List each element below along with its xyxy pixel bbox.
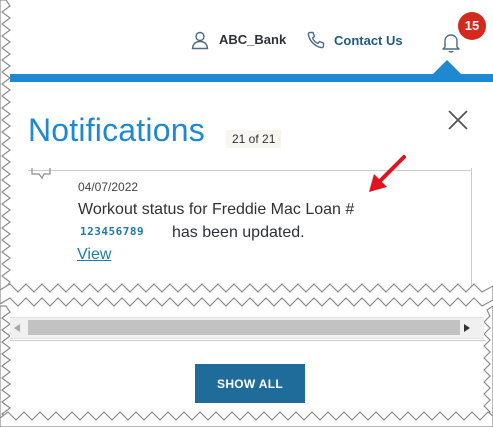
footer-divider [10,340,486,341]
scroll-right-icon[interactable] [460,318,474,338]
scrollbar-thumb[interactable] [28,320,460,335]
notifications-screenshot: ABC_Bank Contact Us 15 Notifications 21 … [0,0,493,427]
show-all-button[interactable]: SHOW ALL [195,364,305,403]
torn-edge-decoration [0,0,493,427]
scroll-left-icon[interactable] [10,318,24,338]
